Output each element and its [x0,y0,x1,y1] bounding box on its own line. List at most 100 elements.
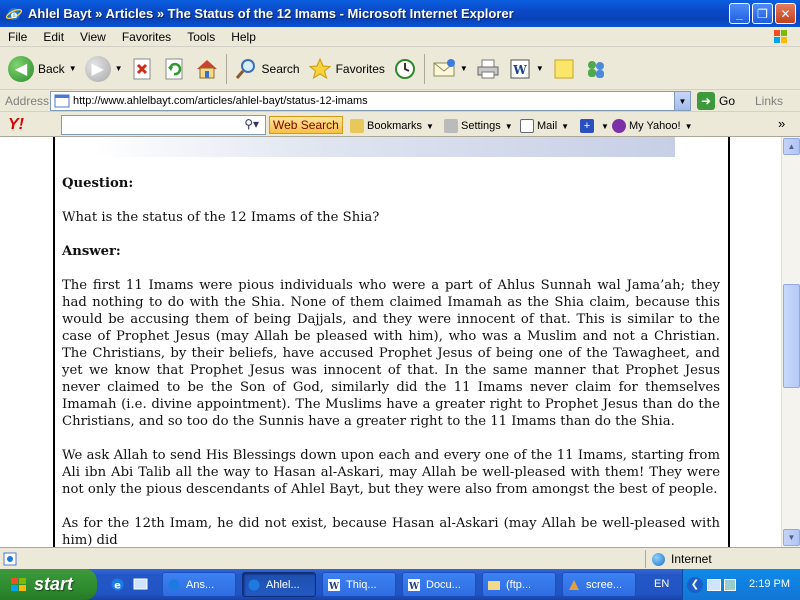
word-task-icon: W [328,578,340,592]
address-input[interactable]: http://www.ahlelbayt.com/articles/ahlel-… [50,91,691,111]
standard-toolbar: ◀ Back ▼ ▶ ▼ Search Favorites ▼ W ▼ [0,48,800,90]
address-url: http://www.ahlelbayt.com/articles/ahlel-… [73,95,368,107]
start-button[interactable]: start [0,569,97,600]
taskbar: start e Ans... Ahlel... W Thiq... W Docu… [0,569,800,600]
mail-envelope-icon [433,58,455,76]
my-yahoo-button[interactable]: My Yahoo! ▼ [612,119,693,133]
svg-text:W: W [408,582,420,592]
bookmarks-icon [350,119,364,133]
history-button[interactable] [389,51,421,87]
answer-paragraph: We ask Allah to send His Blessings down … [62,448,720,497]
toolbar-chevron-icon[interactable]: » [778,116,785,131]
yahoo-add-button[interactable]: + ▼ [580,119,609,133]
window-title: Ahlel Bayt » Articles » The Status of th… [28,6,514,21]
yahoo-mail-button[interactable]: Mail ▼ [520,119,569,133]
search-icon [235,58,255,79]
menu-edit[interactable]: Edit [35,30,72,44]
mail-button[interactable]: ▼ [428,51,472,87]
plus-icon: + [580,119,594,133]
internet-explorer-icon: e [6,7,22,21]
menu-tools[interactable]: Tools [179,30,223,44]
forward-arrow-icon: ▶ [84,55,111,82]
windows-logo-icon [774,30,787,43]
go-arrow-icon: ➜ [697,92,715,110]
maximize-button[interactable]: ❐ [752,3,773,24]
sticky-note-icon [554,59,574,78]
refresh-button[interactable] [159,51,191,87]
tray-expand-icon[interactable]: ❮ [687,576,703,593]
yahoo-search-input[interactable]: ⚲▾ [61,115,266,135]
address-label: Address [5,93,50,108]
back-dropdown-icon[interactable]: ▼ [69,64,77,73]
scrollbar-thumb[interactable] [783,284,800,388]
taskbar-item[interactable]: Ans... [162,572,236,597]
edit-button[interactable]: W ▼ [504,51,548,87]
svg-text:W: W [328,582,340,592]
ftp-task-icon [488,580,500,590]
close-button[interactable]: ✕ [775,3,796,24]
answer-paragraph: As for the 12th Imam, he did not exist, … [62,516,720,547]
forward-dropdown-icon[interactable]: ▼ [115,64,123,73]
page-icon [54,94,70,108]
minimize-button[interactable]: _ [729,3,750,24]
ie-task-icon [248,579,260,590]
yahoo-mail-label: Mail [537,120,558,132]
search-button[interactable]: Search [230,51,304,87]
volume-icon[interactable] [724,578,736,591]
yahoo-web-search-button[interactable]: Web Search [269,116,343,134]
history-icon [394,58,415,79]
scroll-down-button[interactable]: ▼ [783,529,800,546]
menu-file[interactable]: File [0,30,35,44]
my-yahoo-icon [612,119,626,133]
settings-icon [444,119,458,133]
page-banner [95,137,675,157]
title-bar: e Ahlel Bayt » Articles » The Status of … [0,0,800,27]
mail-icon [520,119,534,133]
scroll-up-button[interactable]: ▲ [783,138,800,155]
paint-task-icon [569,579,579,590]
favorites-star-icon [308,57,331,79]
windows-flag-icon [11,577,26,591]
messenger-button[interactable] [580,51,612,87]
internet-globe-icon [652,552,665,566]
menu-help[interactable]: Help [223,30,264,44]
taskbar-item[interactable]: (ftp... [482,572,556,597]
menu-view[interactable]: View [72,30,114,44]
print-button[interactable] [472,51,504,87]
menu-favorites[interactable]: Favorites [114,30,179,44]
stop-button[interactable] [127,51,159,87]
ie-task-icon [168,579,180,590]
vertical-scrollbar[interactable]: ▲ ▼ [781,137,800,547]
yahoo-settings-label: Settings [461,120,501,132]
question-text: What is the status of the 12 Imams of th… [62,210,380,225]
favorites-button[interactable]: Favorites [304,51,389,87]
taskbar-item[interactable]: W Thiq... [322,572,396,597]
address-dropdown-icon[interactable]: ▼ [674,92,690,110]
links-button[interactable]: Links [755,94,783,108]
home-icon [196,59,217,78]
taskbar-item[interactable]: W Docu... [402,572,476,597]
start-label: start [34,574,74,594]
network-icon[interactable] [707,578,721,591]
yahoo-bookmarks-label: Bookmarks [367,120,423,132]
language-indicator[interactable]: EN [654,578,669,590]
edit-dropdown-icon[interactable]: ▼ [536,64,544,73]
taskbar-item[interactable]: scree... [562,572,636,597]
quicklaunch-desktop-icon[interactable] [132,576,149,593]
clock[interactable]: 2:19 PM [749,578,790,590]
mail-dropdown-icon[interactable]: ▼ [460,64,468,73]
yahoo-bookmarks-button[interactable]: Bookmarks ▼ [350,119,434,133]
question-heading: Question: [62,176,134,191]
home-button[interactable] [191,51,223,87]
yahoo-toolbar: Y! ⚲▾ Web Search Bookmarks ▼ Settings ▼ … [0,113,800,137]
yahoo-logo[interactable]: Y! [8,116,38,134]
discuss-button[interactable] [548,51,580,87]
back-button[interactable]: ◀ Back ▼ [4,51,81,87]
taskbar-item-active[interactable]: Ahlel... [242,572,316,597]
quicklaunch-ie-icon[interactable]: e [109,576,126,593]
yahoo-settings-button[interactable]: Settings ▼ [444,119,513,133]
printer-icon [477,59,499,78]
go-button[interactable]: ➜ Go [697,92,735,110]
yahoo-search-icon[interactable]: ⚲▾ [244,117,259,131]
forward-button[interactable]: ▶ ▼ [81,51,127,87]
